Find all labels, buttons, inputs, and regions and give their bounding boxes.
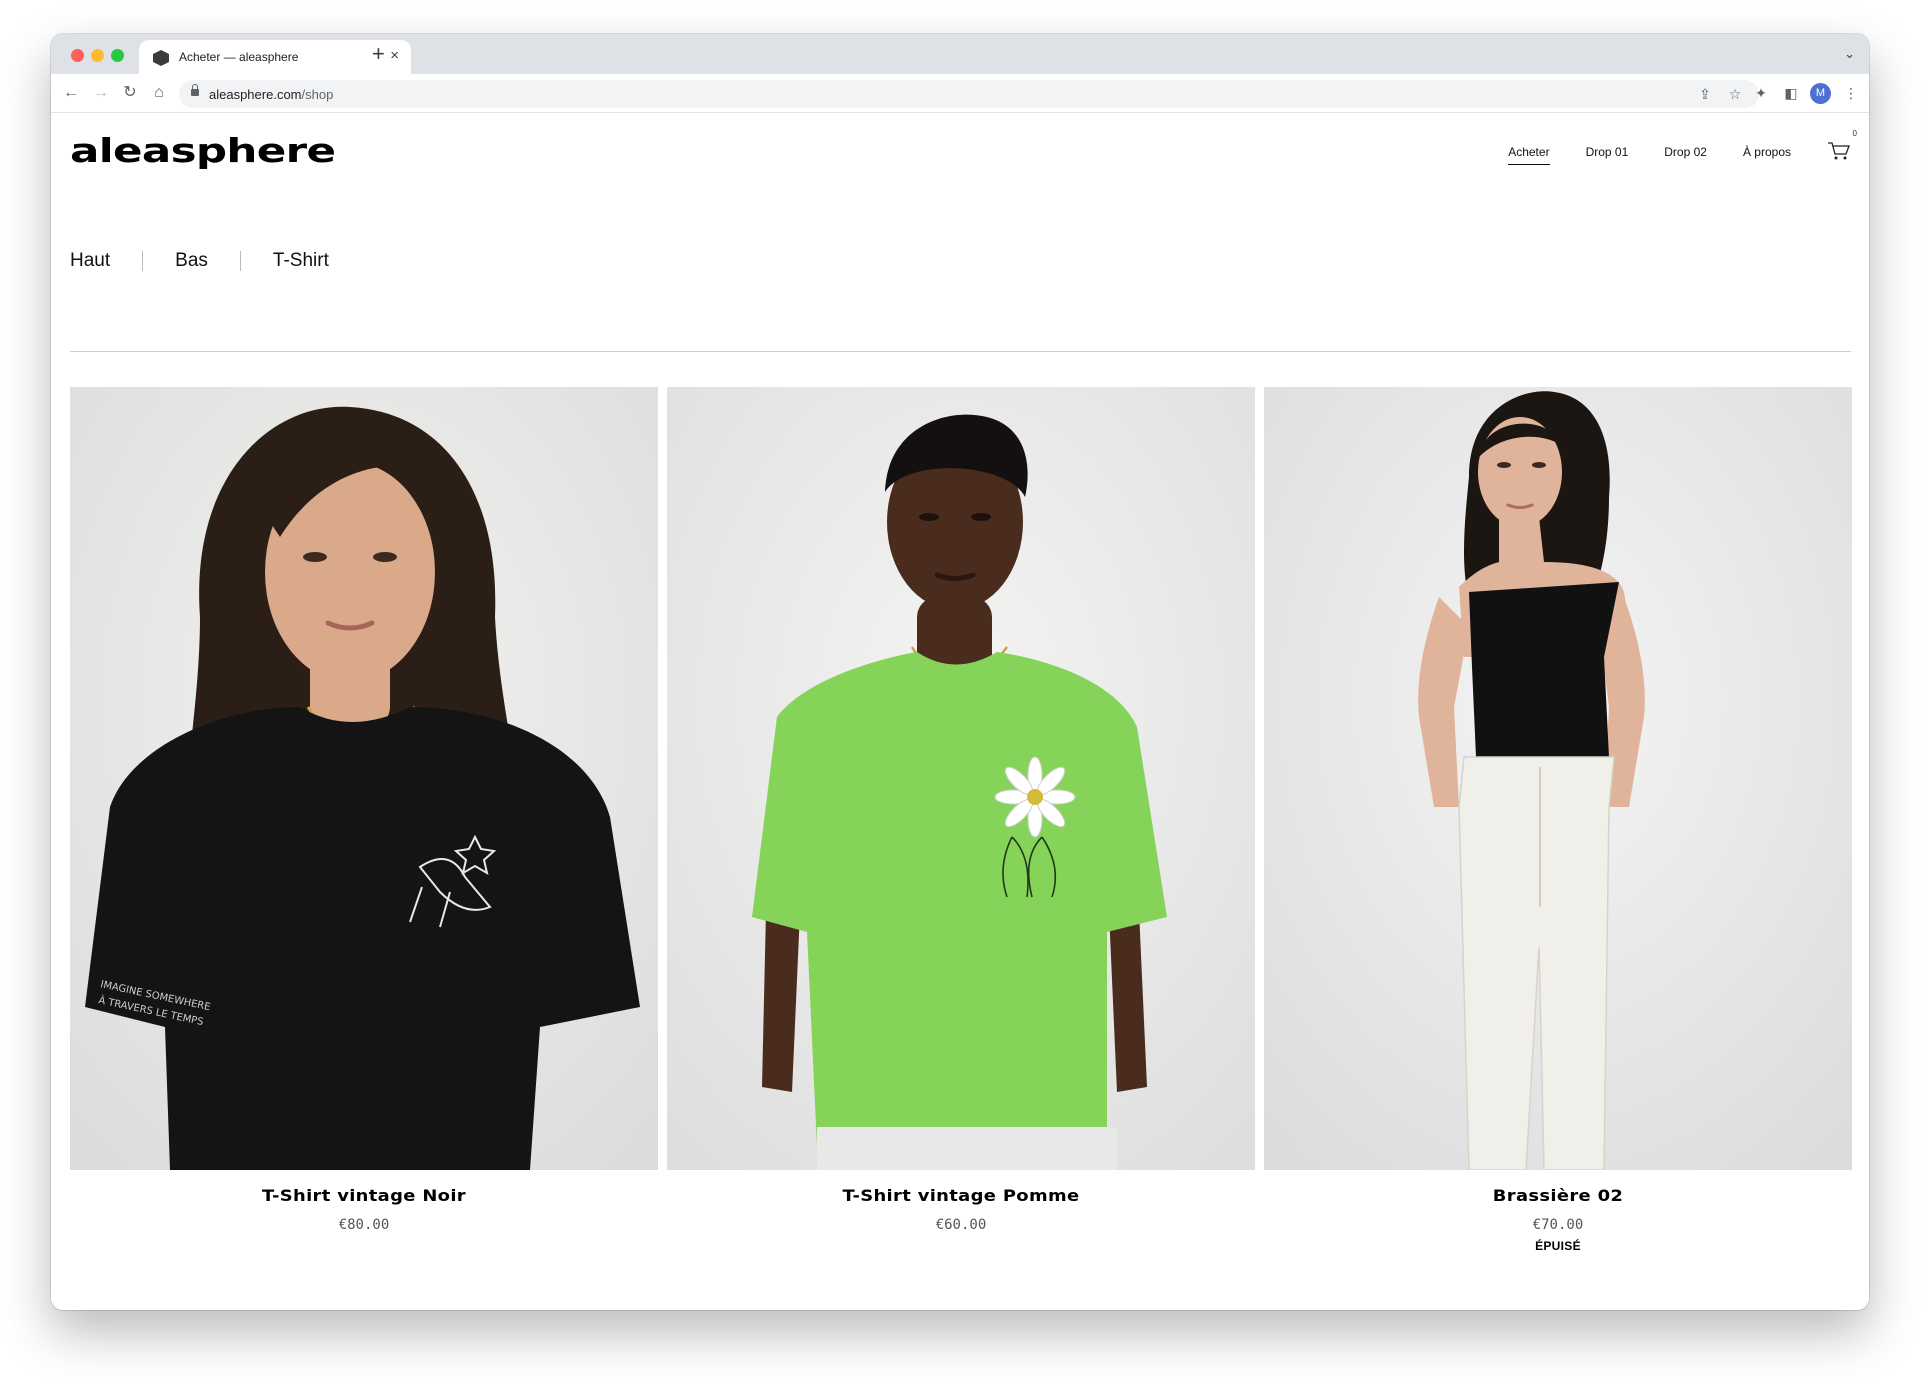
category-haut[interactable]: Haut bbox=[70, 250, 110, 272]
back-arrow-icon[interactable]: ← bbox=[61, 83, 81, 103]
lock-icon[interactable] bbox=[191, 84, 199, 96]
product-card[interactable]: Brassière 02 €70.00 ÉPUISÉ bbox=[1264, 387, 1852, 1253]
bookmark-star-icon[interactable]: ☆ bbox=[1725, 84, 1745, 104]
tab-title: Acheter — aleasphere bbox=[179, 50, 299, 64]
url-text: aleasphere.com/shop bbox=[209, 87, 334, 102]
home-icon[interactable]: ⌂ bbox=[149, 83, 169, 103]
product-card[interactable]: T-Shirt vintage Pomme €60.00 bbox=[667, 387, 1255, 1253]
new-tab-icon[interactable]: + bbox=[372, 43, 385, 65]
reload-icon[interactable]: ↻ bbox=[120, 83, 140, 103]
product-image[interactable] bbox=[1264, 387, 1852, 1170]
sold-out-badge: ÉPUISÉ bbox=[1535, 1239, 1581, 1253]
forward-arrow-icon[interactable]: → bbox=[91, 83, 111, 103]
product-price: €80.00 bbox=[338, 1217, 390, 1233]
nav-link-drop-01[interactable]: Drop 01 bbox=[1586, 145, 1629, 165]
browser-toolbar: ← → ↻ ⌂ aleasphere.com/shop ⇪ ☆ ✦ ◧ M ⋮ bbox=[51, 74, 1869, 113]
category-bas[interactable]: Bas bbox=[175, 250, 208, 272]
minimize-window-button[interactable] bbox=[91, 49, 104, 62]
product-price: €60.00 bbox=[935, 1217, 987, 1233]
category-filter: Haut Bas T-Shirt bbox=[70, 250, 329, 272]
product-price: €70.00 bbox=[1532, 1217, 1584, 1233]
tab-search-chevron-icon[interactable]: ⌄ bbox=[1844, 46, 1855, 62]
share-icon[interactable]: ⇪ bbox=[1695, 84, 1715, 104]
shop-page: aleasphere Acheter Drop 01 Drop 02 À pro… bbox=[51, 113, 1869, 1310]
cart-button[interactable] bbox=[1827, 141, 1851, 161]
site-favicon-icon bbox=[153, 50, 169, 66]
nav-link-drop-02[interactable]: Drop 02 bbox=[1664, 145, 1707, 165]
browser-tab[interactable]: Acheter — aleasphere × bbox=[139, 40, 411, 74]
product-name[interactable]: T-Shirt vintage Noir bbox=[51, 1186, 693, 1205]
profile-avatar[interactable]: M bbox=[1810, 83, 1831, 104]
product-name[interactable]: Brassière 02 bbox=[1229, 1186, 1869, 1205]
section-divider bbox=[70, 351, 1851, 352]
category-separator bbox=[239, 251, 241, 271]
tab-strip: Acheter — aleasphere × + ⌄ bbox=[51, 34, 1869, 74]
cart-count-badge: 0 bbox=[1852, 129, 1857, 138]
main-navigation: Acheter Drop 01 Drop 02 À propos bbox=[1508, 145, 1791, 165]
nav-link-a-propos[interactable]: À propos bbox=[1743, 145, 1791, 165]
extensions-puzzle-icon[interactable]: ✦ bbox=[1751, 83, 1771, 103]
side-panel-icon[interactable]: ◧ bbox=[1781, 83, 1801, 103]
product-card[interactable]: IMAGINE SOMEWHERE À TRAVERS LE TEMPS T-S… bbox=[70, 387, 658, 1253]
category-separator bbox=[142, 251, 144, 271]
browser-window: Acheter — aleasphere × + ⌄ ← → ↻ ⌂ aleas… bbox=[51, 34, 1869, 1310]
category-t-shirt[interactable]: T-Shirt bbox=[273, 250, 329, 272]
product-grid: IMAGINE SOMEWHERE À TRAVERS LE TEMPS T-S… bbox=[70, 387, 1852, 1253]
close-tab-icon[interactable]: × bbox=[390, 48, 399, 64]
cart-icon bbox=[1828, 142, 1850, 160]
product-image[interactable]: IMAGINE SOMEWHERE À TRAVERS LE TEMPS bbox=[70, 387, 658, 1170]
maximize-window-button[interactable] bbox=[111, 49, 124, 62]
site-logo[interactable]: aleasphere bbox=[70, 131, 336, 170]
product-image[interactable] bbox=[667, 387, 1255, 1170]
browser-menu-icon[interactable]: ⋮ bbox=[1841, 83, 1861, 103]
close-window-button[interactable] bbox=[71, 49, 84, 62]
address-bar[interactable]: aleasphere.com/shop ⇪ ☆ bbox=[179, 80, 1759, 108]
product-name[interactable]: T-Shirt vintage Pomme bbox=[632, 1186, 1291, 1205]
nav-link-acheter[interactable]: Acheter bbox=[1508, 145, 1550, 165]
